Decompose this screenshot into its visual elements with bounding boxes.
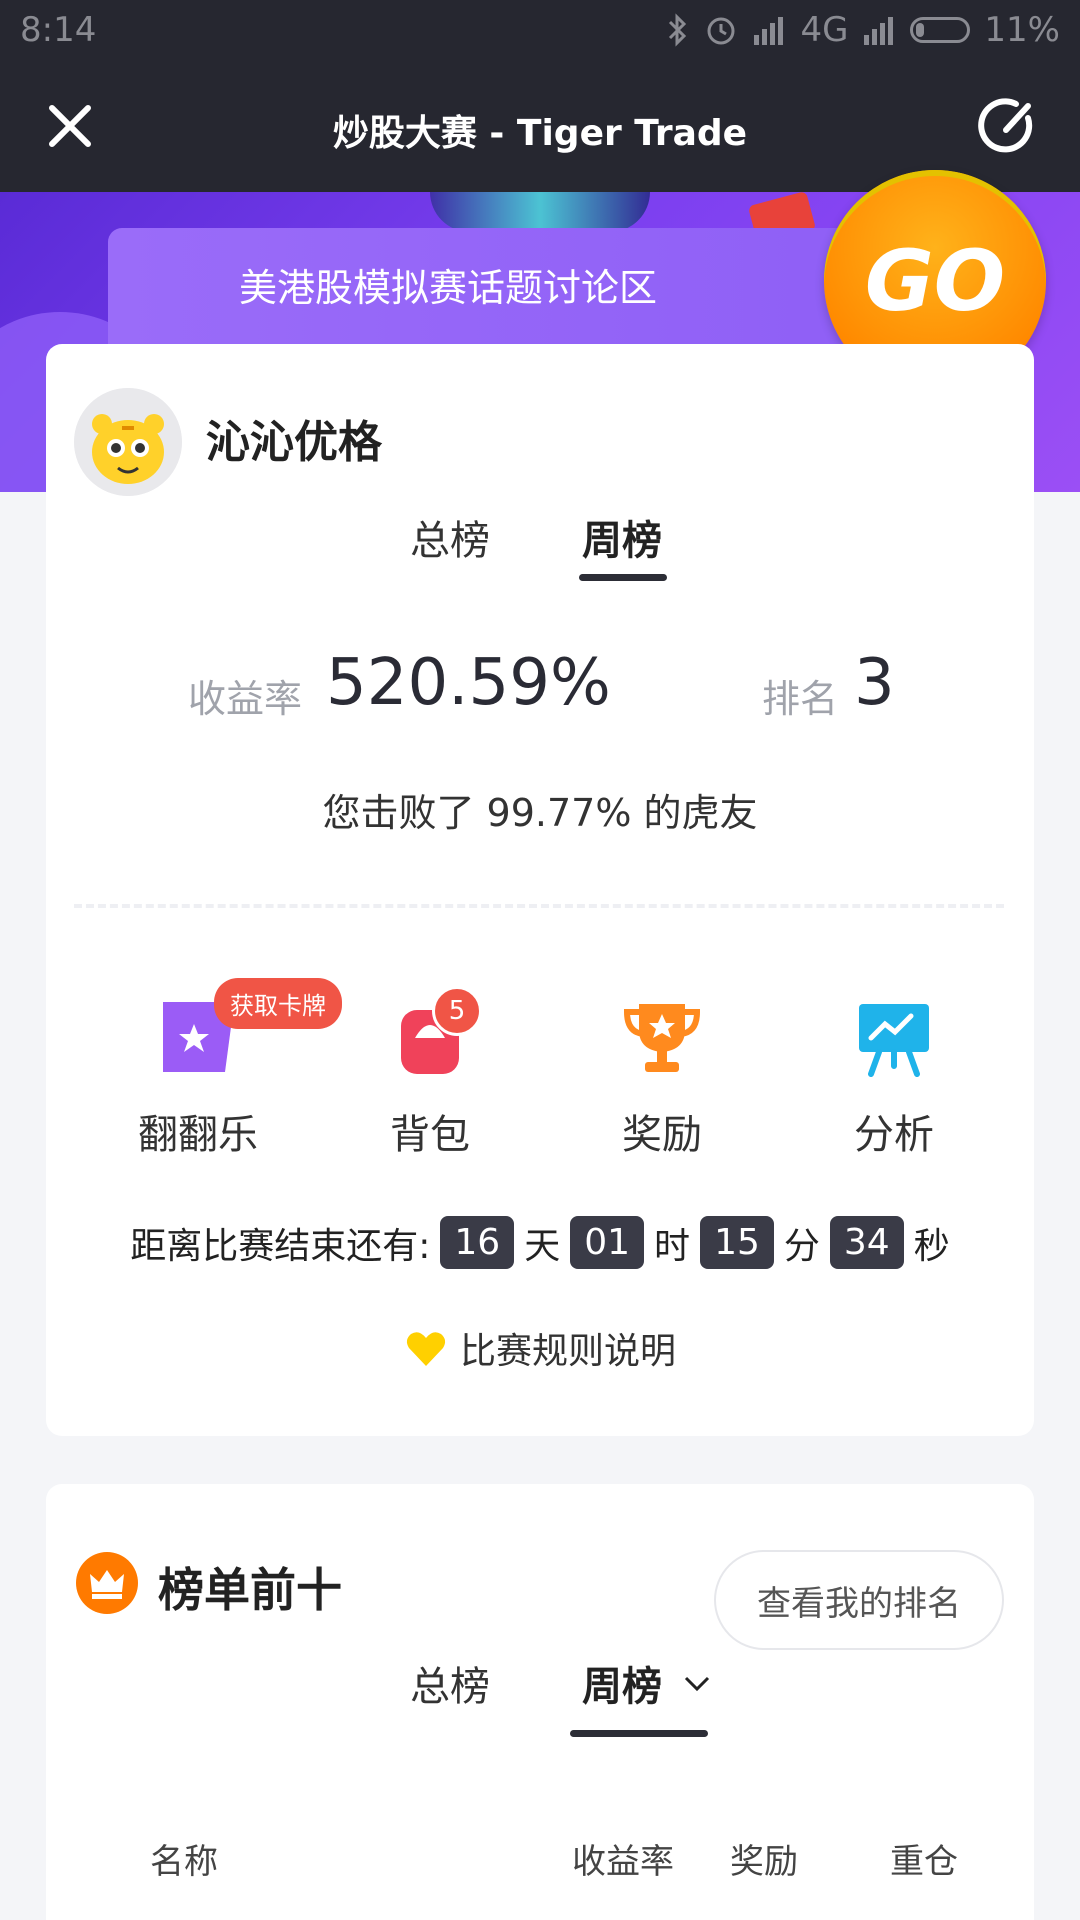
tiger-avatar-icon [74,388,182,496]
banner-illustration [430,192,650,232]
column-heavy-position: 重仓 [890,1842,958,1882]
leaderboard-tabs: 总榜 周榜 [46,1654,1034,1737]
rules-link-label: 比赛规则说明 [459,1331,676,1372]
status-time: 8:14 [20,10,97,50]
countdown-minutes: 15 [700,1216,774,1269]
view-my-rank-button[interactable]: 查看我的排名 [714,1550,1004,1650]
topic-discussion-link[interactable]: 美港股模拟赛话题讨论区 [108,228,878,348]
column-reward: 奖励 [730,1842,798,1882]
heart-icon [404,1326,448,1370]
profile-tabs: 总榜 周榜 [46,508,1034,581]
network-type: 4G [800,10,849,50]
trophy-icon [617,992,707,1082]
feature-label: 背包 [390,1112,470,1158]
tab-weekly-indicator [579,574,667,581]
column-return: 收益率 [572,1842,674,1882]
feature-label: 翻翻乐 [138,1112,258,1158]
tab-weekly[interactable]: 周榜 [582,1654,662,1712]
countdown-days-unit: 天 [524,1225,561,1267]
leaderboard-title: 榜单前十 [158,1563,342,1617]
countdown-hours: 01 [570,1216,645,1269]
return-value: 520.59% [326,646,611,720]
countdown-seconds: 34 [829,1216,904,1269]
feature-label: 奖励 [622,1112,702,1158]
beat-text: 您击败了 99.77% 的虎友 [322,791,758,835]
signal-icon [752,15,786,45]
feature-rewards[interactable]: 奖励 [582,992,742,1160]
feature-label: 分析 [854,1112,934,1158]
leaderboard-card: 榜单前十 查看我的排名 总榜 周榜 名称 收益率 奖励 重仓 [46,1484,1034,1920]
backpack-count-badge: 5 [432,986,482,1036]
countdown-prefix: 距离比赛结束还有: [130,1225,431,1267]
tab-weekly-indicator [570,1730,708,1737]
feature-backpack[interactable]: 背包 [350,992,510,1160]
tab-total[interactable]: 总榜 [410,1654,490,1712]
signal-icon-2 [862,15,896,45]
countdown-seconds-unit: 秒 [913,1225,950,1267]
get-cards-tag: 获取卡牌 [214,978,342,1029]
return-label: 收益率 [188,677,303,721]
refresh-icon[interactable] [976,94,1040,158]
page-title: 炒股大赛 - Tiger Trade [332,113,748,154]
chart-board-icon [849,992,939,1082]
chevron-down-icon[interactable] [682,1668,712,1702]
rank-label: 排名 [762,677,839,721]
profile-card: 沁沁优格 总榜 周榜 收益率 520.59% 排名 3 您击败了 99.77% … [46,344,1034,1436]
feature-analysis[interactable]: 分析 [814,992,974,1160]
countdown-days: 16 [440,1216,515,1269]
tab-total[interactable]: 总榜 [410,508,490,566]
divider [74,904,1004,908]
alarm-icon [704,13,738,47]
column-name: 名称 [150,1842,218,1882]
username: 沁沁优格 [206,417,382,468]
bluetooth-icon [666,13,690,47]
rules-link[interactable]: 比赛规则说明 [46,1322,1034,1374]
tab-weekly[interactable]: 周榜 [582,508,662,566]
battery-level: 11% [984,10,1060,50]
battery-icon [910,17,971,43]
avatar[interactable] [74,388,182,496]
countdown: 距离比赛结束还有: 16 天 01 时 15 分 34 秒 [46,1216,1034,1269]
status-bar: 8:14 4G 11% [0,0,1080,60]
countdown-minutes-unit: 分 [783,1225,820,1267]
countdown-hours-unit: 时 [654,1225,691,1267]
rank-value: 3 [854,646,895,720]
crown-icon [76,1552,138,1614]
